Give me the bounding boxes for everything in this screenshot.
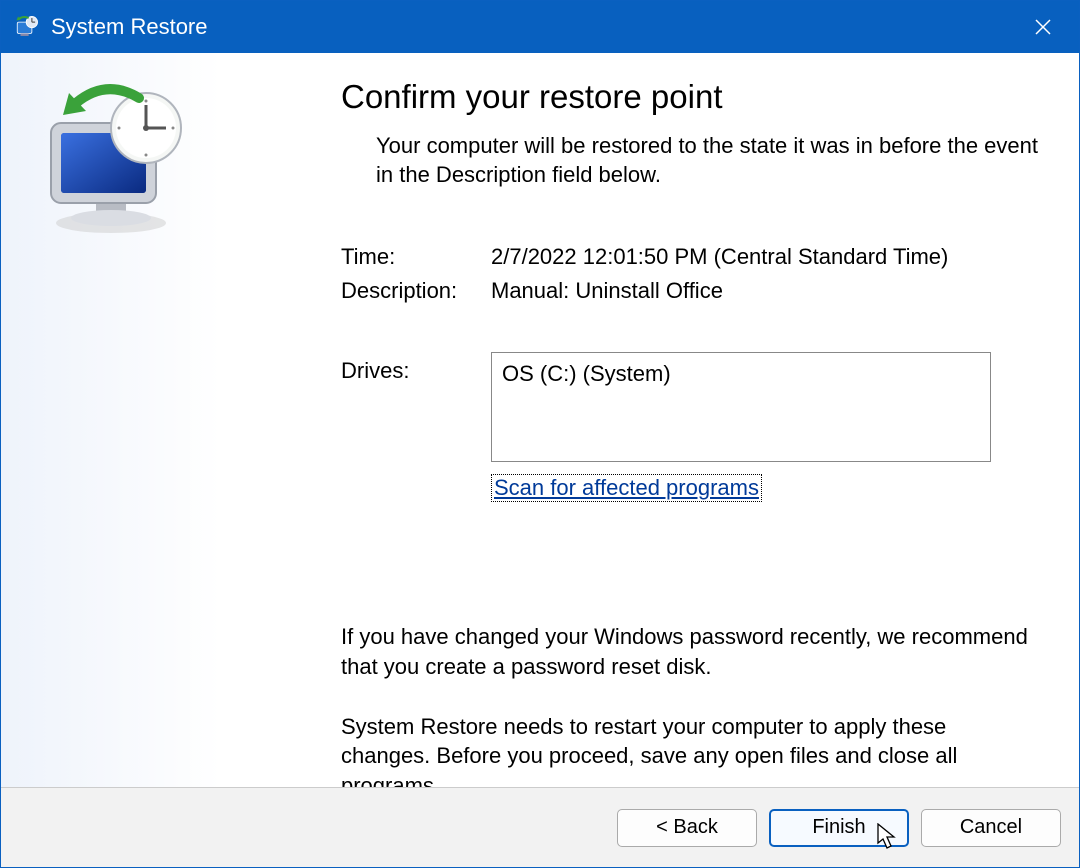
button-footer: < Back Finish Cancel <box>1 787 1079 867</box>
close-button[interactable] <box>1019 3 1067 51</box>
content-area: Confirm your restore point Your computer… <box>221 53 1079 787</box>
description-value: Manual: Uninstall Office <box>491 278 723 304</box>
password-note: If you have changed your Windows passwor… <box>341 622 1039 681</box>
drives-row: Drives: OS (C:) (System) <box>341 352 1039 462</box>
cancel-button[interactable]: Cancel <box>921 809 1061 847</box>
time-row: Time: 2/7/2022 12:01:50 PM (Central Stan… <box>341 244 1039 270</box>
scan-affected-programs-link[interactable]: Scan for affected programs <box>491 474 762 502</box>
restart-note: System Restore needs to restart your com… <box>341 712 1039 787</box>
time-label: Time: <box>341 244 491 270</box>
system-restore-icon <box>13 13 41 41</box>
system-restore-window: System Restore <box>0 0 1080 868</box>
title-bar: System Restore <box>1 1 1079 53</box>
back-button[interactable]: < Back <box>617 809 757 847</box>
time-value: 2/7/2022 12:01:50 PM (Central Standard T… <box>491 244 948 270</box>
finish-button[interactable]: Finish <box>769 809 909 847</box>
window-title: System Restore <box>51 14 1019 40</box>
description-row: Description: Manual: Uninstall Office <box>341 278 1039 304</box>
system-restore-large-icon <box>31 83 191 243</box>
drives-label: Drives: <box>341 352 491 462</box>
description-label: Description: <box>341 278 491 304</box>
drives-listbox[interactable]: OS (C:) (System) <box>491 352 991 462</box>
dialog-body: Confirm your restore point Your computer… <box>1 53 1079 787</box>
page-heading: Confirm your restore point <box>341 78 1039 116</box>
heading-description: Your computer will be restored to the st… <box>376 132 1039 189</box>
sidebar <box>1 53 221 787</box>
drive-entry: OS (C:) (System) <box>502 361 671 386</box>
